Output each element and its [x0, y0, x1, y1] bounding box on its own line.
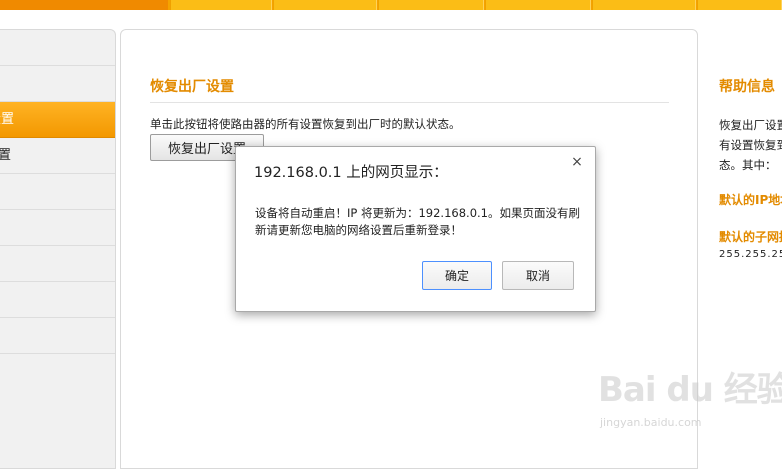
top-nav-tab[interactable] [485, 0, 591, 10]
help-line: 有设置恢复到 [719, 138, 782, 152]
help-line: 态。其中： [719, 158, 777, 172]
ok-button[interactable]: 确定 [422, 261, 492, 290]
sidebar-item-active[interactable]: 设置 [0, 102, 115, 138]
top-nav-tab[interactable] [170, 0, 272, 10]
top-nav-tab[interactable] [273, 0, 377, 10]
top-nav-tab[interactable] [378, 0, 484, 10]
reset-description: 单击此按钮将使路由器的所有设置恢复到出厂时的默认状态。 [150, 117, 461, 131]
watermark-url: jingyan.baidu.com [600, 416, 702, 429]
sidebar-item[interactable] [0, 30, 115, 66]
help-text: 恢复出厂设置 有设置恢复到 态。其中： [719, 115, 782, 175]
help-line: 恢复出厂设置 [719, 118, 782, 132]
top-nav-tab[interactable] [592, 0, 696, 10]
sidebar-item[interactable] [0, 210, 115, 246]
help-default-mask-label: 默认的子网掩码 [719, 230, 782, 244]
watermark-logo: Bai du 经验 [598, 370, 782, 410]
help-default-mask-value: 255.255.255.0 [719, 249, 782, 260]
sidebar-item[interactable] [0, 246, 115, 282]
close-icon[interactable]: × [569, 154, 585, 170]
cancel-button[interactable]: 取消 [502, 261, 574, 290]
top-nav-lead [0, 0, 168, 10]
sidebar-item-label: 设置 [0, 112, 15, 127]
sidebar-item-label: 置 [0, 138, 11, 173]
baidu-watermark: Bai du 经验 jingyan.baidu.com [598, 362, 782, 442]
confirm-dialog: 192.168.0.1 上的网页显示： × 设备将自动重启！IP 将更新为：19… [235, 146, 596, 312]
sidebar-item[interactable] [0, 66, 115, 102]
dialog-title: 192.168.0.1 上的网页显示： [254, 165, 448, 181]
section-title: 恢复出厂设置 [150, 76, 669, 103]
sidebar: 设置 置 [0, 29, 116, 469]
help-title: 帮助信息 [719, 79, 775, 95]
sidebar-item[interactable]: 置 [0, 138, 115, 174]
top-nav-bar [0, 0, 782, 10]
sidebar-item[interactable] [0, 174, 115, 210]
sidebar-item[interactable] [0, 318, 115, 354]
top-nav-tab[interactable] [697, 0, 782, 10]
dialog-message: 设备将自动重启！IP 将更新为：192.168.0.1。如果页面没有刷新请更新您… [255, 206, 580, 237]
sidebar-item[interactable] [0, 282, 115, 318]
help-default-ip-label: 默认的IP地址 [719, 193, 782, 207]
